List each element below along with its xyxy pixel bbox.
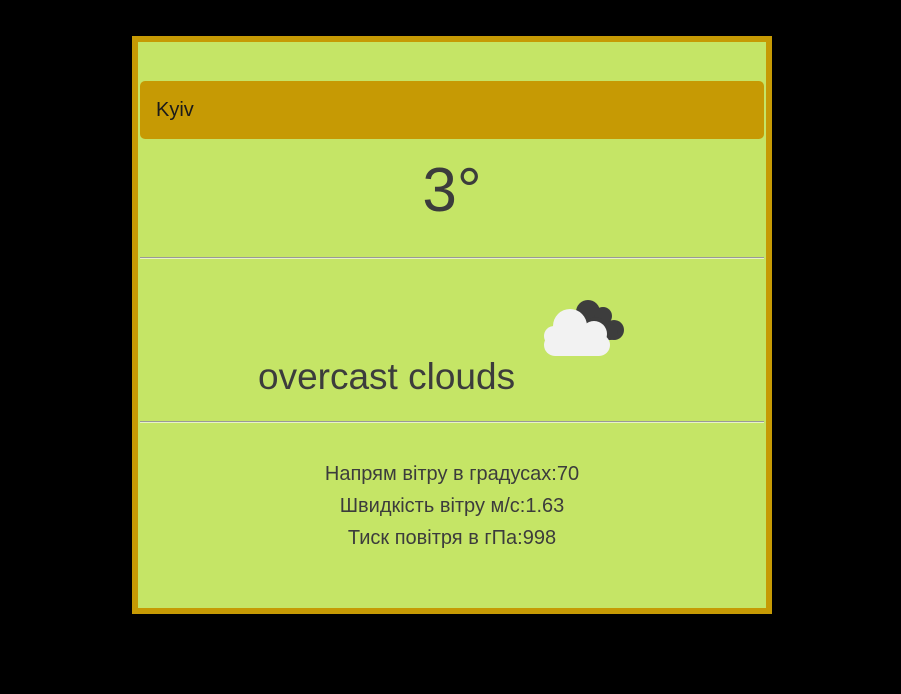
divider-top	[140, 257, 764, 259]
divider-bottom	[140, 421, 764, 423]
weather-description: overcast clouds	[258, 356, 516, 397]
weather-card: Kyiv 3° overcast clouds Напрям вітру в г…	[132, 36, 772, 614]
wind-direction-text: Напрям вітру в градусах:70	[324, 463, 580, 485]
overcast-clouds-icon	[544, 300, 624, 356]
city-name: Kyiv	[156, 98, 194, 121]
wind-speed-text: Швидкість вітру м/с:1.63	[339, 495, 565, 517]
city-header: Kyiv	[140, 81, 764, 139]
pressure-text: Тиск повітря в гПа:998	[347, 527, 557, 549]
weather-details: Напрям вітру в градусах:70 Швидкість віт…	[138, 458, 766, 554]
temperature-value: 3°	[422, 156, 482, 225]
